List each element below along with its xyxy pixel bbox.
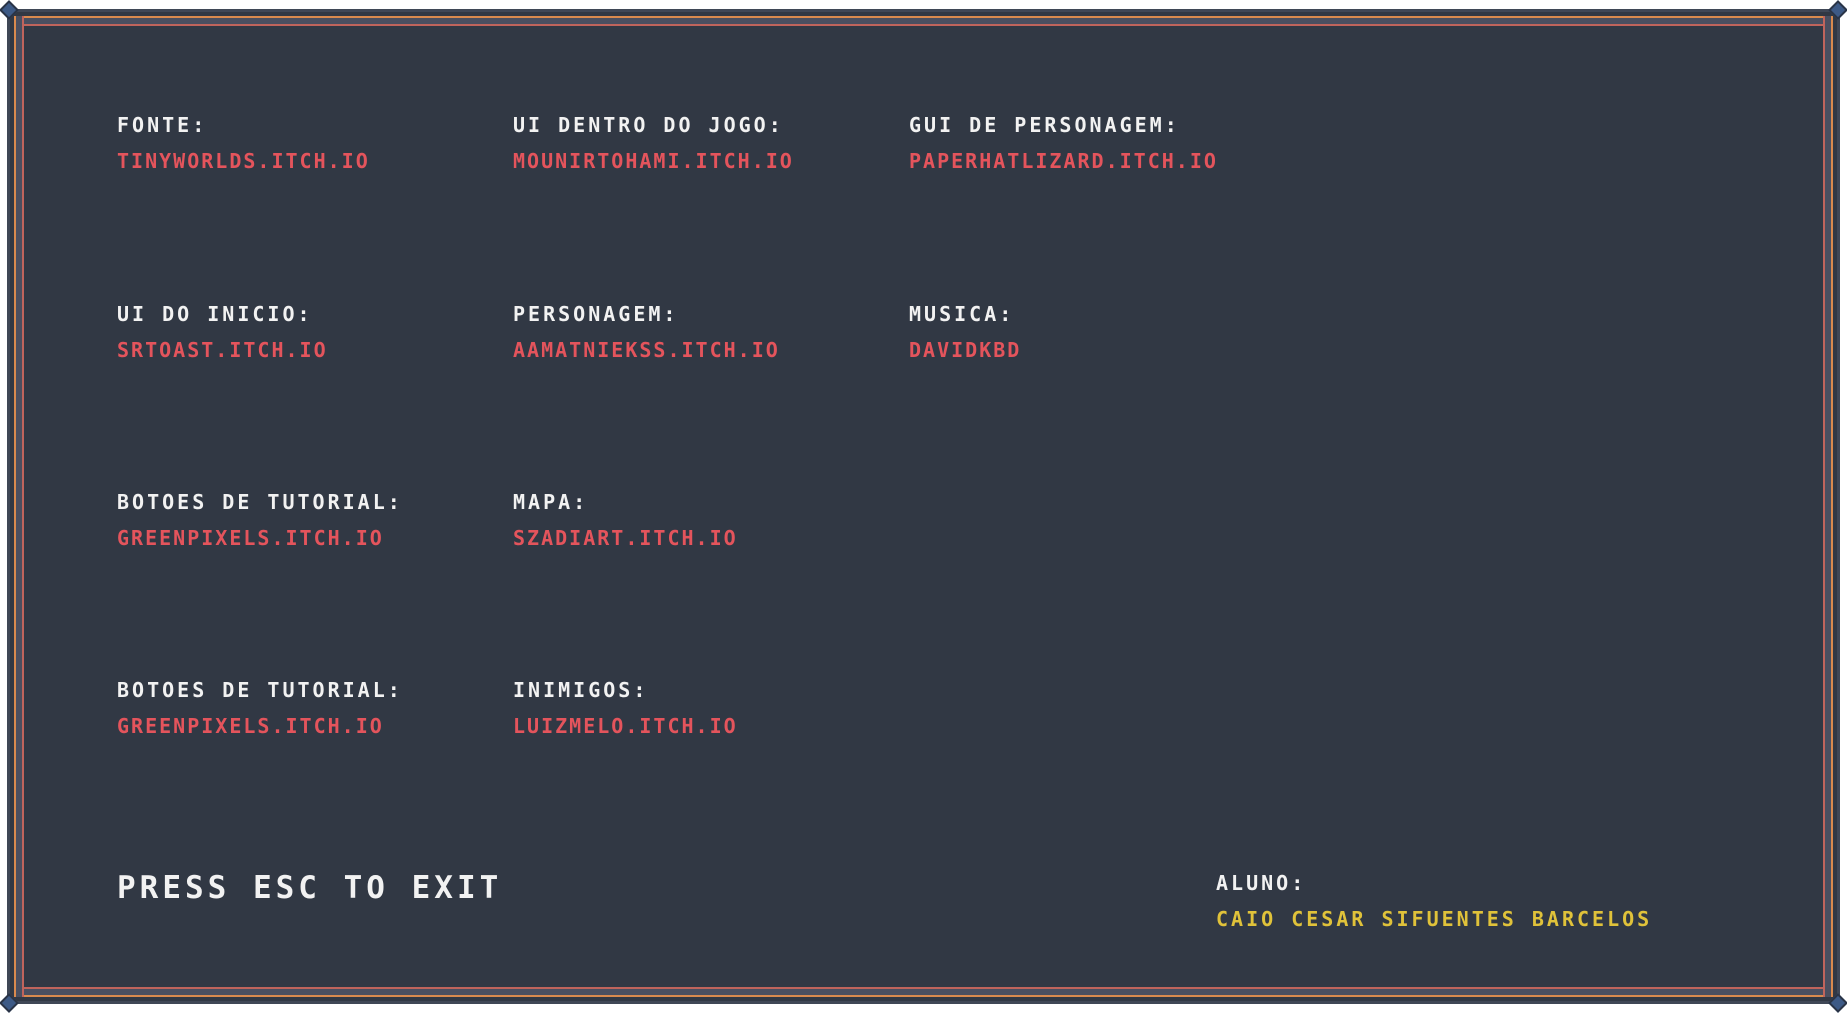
credit-link: AAMATNIEKSS.ITCH.IO — [513, 338, 780, 362]
credit-label: MAPA: — [513, 490, 589, 514]
credit-tutorial-buttons: BOTOES DE TUTORIAL: GREENPIXELS.ITCH.IO — [117, 490, 497, 550]
credit-character-gui: GUI DE PERSONAGEM: PAPERHATLIZARD.ITCH.I… — [909, 113, 1289, 173]
credit-link: PAPERHATLIZARD.ITCH.IO — [909, 149, 1218, 173]
credit-start-ui: UI DO INICIO: SRTOAST.ITCH.IO — [117, 302, 497, 362]
exit-hint: PRESS ESC TO EXIT — [117, 870, 503, 906]
credit-character: PERSONAGEM: AAMATNIEKSS.ITCH.IO — [513, 302, 893, 362]
credit-label: BOTOES DE TUTORIAL: — [117, 490, 403, 514]
credit-link: SZADIART.ITCH.IO — [513, 526, 738, 550]
credits-screen: FONTE: TINYWORLDS.ITCH.IO UI DENTRO DO J… — [0, 0, 1847, 1013]
credit-ingame-ui: UI DENTRO DO JOGO: MOUNIRTOHAMI.ITCH.IO — [513, 113, 893, 173]
frame-border-top — [14, 16, 1833, 26]
credit-label: BOTOES DE TUTORIAL: — [117, 678, 403, 702]
credit-link: SRTOAST.ITCH.IO — [117, 338, 328, 362]
credit-link: GREENPIXELS.ITCH.IO — [117, 714, 384, 738]
credit-label: PERSONAGEM: — [513, 302, 679, 326]
credit-enemies: INIMIGOS: LUIZMELO.ITCH.IO — [513, 678, 893, 738]
credit-label: UI DO INICIO: — [117, 302, 313, 326]
credit-label: FONTE: — [117, 113, 208, 137]
student-label: ALUNO: — [1216, 871, 1307, 895]
credit-map: MAPA: SZADIART.ITCH.IO — [513, 490, 893, 550]
credit-link: DAVIDKBD — [909, 338, 1022, 362]
credit-font: FONTE: TINYWORLDS.ITCH.IO — [117, 113, 497, 173]
credit-link: MOUNIRTOHAMI.ITCH.IO — [513, 149, 794, 173]
credit-label: GUI DE PERSONAGEM: — [909, 113, 1180, 137]
credit-label: UI DENTRO DO JOGO: — [513, 113, 784, 137]
credit-label: MUSICA: — [909, 302, 1015, 326]
credit-label: INIMIGOS: — [513, 678, 649, 702]
credit-link: GREENPIXELS.ITCH.IO — [117, 526, 384, 550]
student-credit: ALUNO: CAIO CESAR SIFUENTES BARCELOS — [1216, 871, 1776, 931]
credit-tutorial-buttons: BOTOES DE TUTORIAL: GREENPIXELS.ITCH.IO — [117, 678, 497, 738]
credit-link: LUIZMELO.ITCH.IO — [513, 714, 738, 738]
frame-border-left — [14, 16, 24, 997]
student-name: CAIO CESAR SIFUENTES BARCELOS — [1216, 907, 1653, 931]
frame-border-right — [1823, 16, 1833, 997]
credit-link: TINYWORLDS.ITCH.IO — [117, 149, 370, 173]
credit-music: MUSICA: DAVIDKBD — [909, 302, 1289, 362]
frame-border-bottom — [14, 987, 1833, 997]
